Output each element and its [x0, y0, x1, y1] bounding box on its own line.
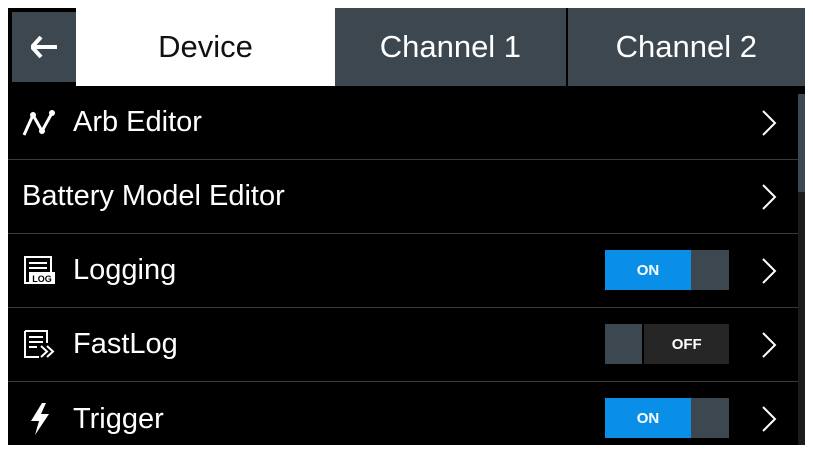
fastlog-icon — [21, 326, 59, 364]
toggle-state-label: ON — [605, 398, 691, 438]
menu-item-label: Arb Editor — [73, 106, 202, 138]
menu-item-fastlog[interactable]: FastLog OFF — [8, 308, 798, 382]
chevron-right-icon — [762, 258, 777, 284]
log-icon: LOG — [21, 252, 59, 290]
chevron-right-icon — [762, 110, 777, 136]
tab-bar: Device Channel 1 Channel 2 — [8, 8, 805, 86]
tab-channel-2[interactable]: Channel 2 — [567, 8, 805, 86]
logging-toggle[interactable]: ON — [605, 250, 729, 290]
scrollbar[interactable] — [798, 94, 805, 445]
lightning-icon — [21, 400, 59, 438]
chevron-right-icon — [762, 406, 777, 432]
menu-item-logging[interactable]: LOG Logging ON — [8, 234, 798, 308]
menu-item-label: FastLog — [73, 328, 178, 360]
menu-item-label: Trigger — [73, 402, 164, 435]
toggle-knob — [605, 324, 645, 364]
arb-waveform-icon — [21, 104, 59, 142]
menu-item-trigger[interactable]: Trigger ON — [8, 382, 798, 445]
chevron-right-icon — [762, 184, 777, 210]
menu-item-battery-model-editor[interactable]: Battery Model Editor — [8, 160, 798, 234]
toggle-knob — [691, 398, 729, 438]
tab-channel-1[interactable]: Channel 1 — [335, 8, 568, 86]
tab-device[interactable]: Device — [75, 8, 336, 86]
arrow-left-icon — [30, 36, 57, 58]
menu-item-label: Battery Model Editor — [22, 180, 285, 212]
menu-item-label: Logging — [73, 254, 177, 286]
back-button[interactable] — [12, 12, 76, 82]
menu-item-arb-editor[interactable]: Arb Editor — [8, 86, 798, 160]
trigger-toggle[interactable]: ON — [605, 398, 729, 438]
scrollbar-thumb[interactable] — [798, 94, 805, 192]
toggle-knob — [691, 250, 729, 290]
svg-text:LOG: LOG — [32, 274, 52, 284]
toggle-state-label: ON — [605, 250, 691, 290]
device-settings-screen: Device Channel 1 Channel 2 Arb Editor Ba… — [8, 8, 805, 445]
toggle-state-label: OFF — [644, 324, 729, 364]
fastlog-toggle[interactable]: OFF — [605, 324, 729, 364]
device-menu-list: Arb Editor Battery Model Editor LOG Logg… — [8, 86, 798, 445]
chevron-right-icon — [762, 332, 777, 358]
